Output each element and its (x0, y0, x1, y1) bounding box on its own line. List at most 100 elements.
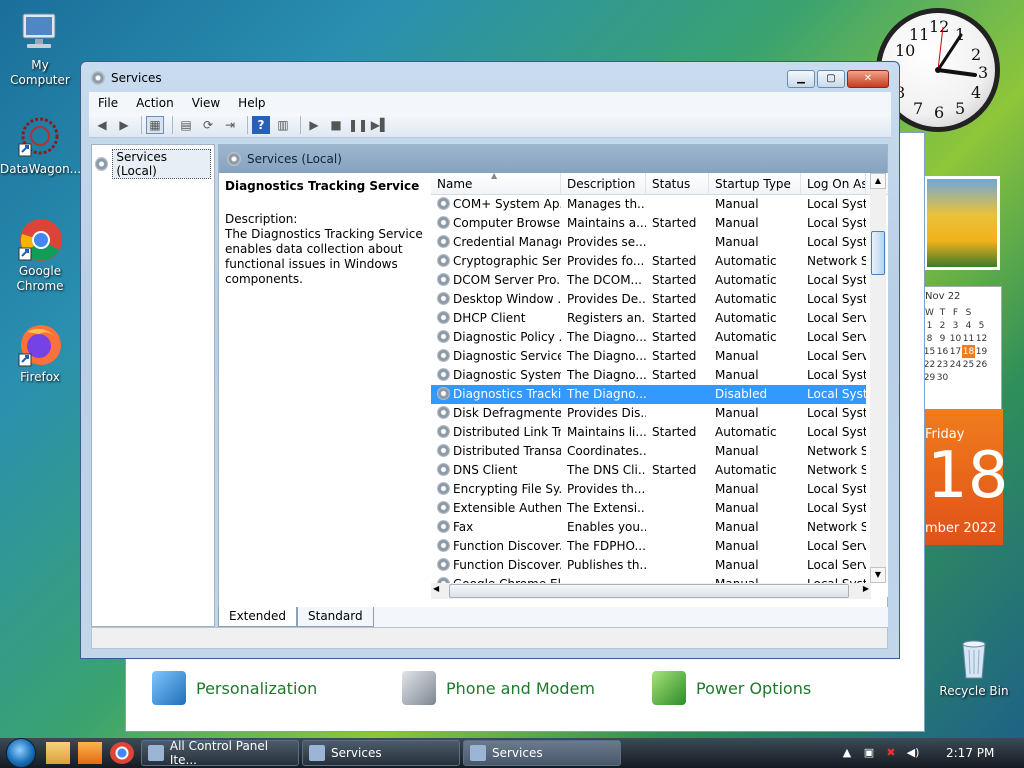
menu-view[interactable]: View (183, 96, 229, 110)
stop-service-icon[interactable]: ■ (327, 116, 345, 134)
column-header-status[interactable]: Status (646, 173, 709, 194)
column-header-description[interactable]: Description (561, 173, 646, 194)
tree-node-services-local[interactable]: Services (Local) (92, 145, 214, 183)
calendar-day[interactable]: 24 (949, 358, 962, 371)
cell-text: Distributed Transa... (453, 444, 561, 458)
column-header-startup-type[interactable]: Startup Type (709, 173, 801, 194)
menu-action[interactable]: Action (127, 96, 183, 110)
calendar-day[interactable]: 4 (962, 319, 975, 332)
show-action-pane-icon[interactable]: ▥ (274, 116, 292, 134)
calendar-day[interactable]: 19 (975, 345, 988, 358)
taskbar-item-control-panel[interactable]: All Control Panel Ite... (141, 739, 299, 767)
service-row[interactable]: Credential Manager Provides se... Manual Lo… (431, 233, 888, 252)
quicklaunch-explorer-icon[interactable] (46, 742, 70, 764)
calendar-day[interactable]: 17 (949, 345, 962, 358)
calendar-day[interactable]: 10 (949, 332, 962, 345)
service-row[interactable]: Diagnostic Policy ... The Diagno... Starte… (431, 328, 888, 347)
close-button[interactable]: ✕ (847, 70, 889, 88)
service-row[interactable]: Diagnostic Service... The Diagno... Starte… (431, 347, 888, 366)
help-icon[interactable]: ? (252, 116, 270, 134)
maximize-button[interactable]: ▢ (817, 70, 845, 88)
column-header-log-on-as[interactable]: Log On As (801, 173, 866, 194)
start-service-icon[interactable]: ▶ (305, 116, 323, 134)
network-icon[interactable]: ▣ (862, 746, 876, 760)
cell-text: Coordinates... (567, 444, 646, 458)
tab-extended[interactable]: Extended (218, 607, 297, 627)
menu-file[interactable]: File (89, 96, 127, 110)
quicklaunch-media-player-icon[interactable] (78, 742, 102, 764)
service-row-selected[interactable]: Diagnostics Tracki... The Diagno... Disabl… (431, 385, 888, 404)
back-icon[interactable]: ◀ (93, 116, 111, 134)
service-row[interactable]: Function Discover... Publishes th... Manua… (431, 556, 888, 575)
service-row[interactable]: Distributed Link Tr... Maintains li... Sta… (431, 423, 888, 442)
minimize-button[interactable]: ▁ (787, 70, 815, 88)
desktop-icon-recycle-bin[interactable]: Recycle Bin (934, 636, 1014, 699)
calendar-day[interactable]: 23 (936, 358, 949, 371)
pause-service-icon[interactable]: ❚❚ (348, 116, 368, 134)
cp-power-options[interactable]: Power Options (652, 671, 811, 705)
calendar-day[interactable]: 2 (936, 319, 949, 332)
service-row[interactable]: DHCP Client Registers an... Started Automat… (431, 309, 888, 328)
services-list[interactable]: Name Description Status Startup Type Log… (431, 173, 888, 597)
horizontal-scrollbar[interactable]: ◀ ▶ (431, 583, 871, 599)
calendar-day[interactable]: 9 (936, 332, 949, 345)
tray-clock[interactable]: 2:17 PM (946, 746, 994, 760)
tab-standard[interactable]: Standard (297, 607, 374, 627)
export-list-icon[interactable]: ⇥ (221, 116, 239, 134)
calendar-day[interactable]: 30 (936, 371, 949, 384)
service-row[interactable]: Distributed Transa... Coordinates... Manua… (431, 442, 888, 461)
start-button[interactable] (0, 738, 42, 768)
service-row[interactable]: Function Discover... The FDPHO... Manual Lo… (431, 537, 888, 556)
taskbar-item-services-active[interactable]: Services (463, 740, 621, 766)
hscroll-thumb[interactable] (449, 584, 849, 598)
calendar-day[interactable]: 5 (975, 319, 988, 332)
menu-help[interactable]: Help (229, 96, 274, 110)
desktop-icon-firefox[interactable]: Firefox (0, 322, 80, 385)
calendar-day[interactable]: 11 (962, 332, 975, 345)
slideshow-gadget[interactable] (924, 176, 1000, 270)
taskbar-item-services[interactable]: Services (302, 740, 460, 766)
scroll-down-button[interactable]: ▼ (870, 567, 886, 583)
calendar-day[interactable]: 26 (975, 358, 988, 371)
desktop-icon-datawagon[interactable]: DataWagon... (0, 114, 81, 177)
service-logon-cell: Local Servic (801, 537, 866, 556)
service-row[interactable]: Disk Defragmenter Provides Dis... Manual Lo… (431, 404, 888, 423)
calendar-day-today[interactable]: 18 (962, 345, 975, 358)
cp-phone-and-modem[interactable]: Phone and Modem (402, 671, 595, 705)
calendar-day[interactable]: 25 (962, 358, 975, 371)
refresh-icon[interactable]: ⟳ (199, 116, 217, 134)
scroll-left-button[interactable]: ◀ (433, 584, 439, 593)
scroll-up-button[interactable]: ▲ (870, 173, 886, 189)
calendar-day[interactable]: 3 (949, 319, 962, 332)
title-bar[interactable]: Services (81, 62, 899, 94)
calendar-day[interactable]: 16 (936, 345, 949, 358)
service-row[interactable]: Extensible Authen... The Extensi... Manual… (431, 499, 888, 518)
forward-icon[interactable]: ▶ (115, 116, 133, 134)
desktop-icon-my-computer[interactable]: My Computer (0, 10, 80, 88)
calendar-day[interactable]: 12 (975, 332, 988, 345)
calendar-gadget[interactable]: Nov 22 W T F S 1 2 3 4 5 8 9 10 11 12 15… (920, 286, 1008, 545)
service-row[interactable]: Diagnostic System... The Diagno... Started… (431, 366, 888, 385)
cell-text: Started (652, 349, 697, 363)
restart-service-icon[interactable]: ▶▌ (371, 116, 389, 134)
service-row[interactable]: Computer Browser Maintains a... Started Man… (431, 214, 888, 233)
show-hide-console-tree-icon[interactable]: ▦ (146, 116, 164, 134)
service-row[interactable]: COM+ System Ap... Manages th... Manual Loca… (431, 195, 888, 214)
cp-personalization[interactable]: Personalization (152, 671, 317, 705)
scroll-right-button[interactable]: ▶ (863, 584, 869, 593)
service-row[interactable]: Desktop Window ... Provides De... Started A… (431, 290, 888, 309)
quicklaunch-chrome-icon[interactable] (110, 742, 134, 764)
volume-icon[interactable]: ◀) (906, 746, 920, 760)
service-row[interactable]: DNS Client The DNS Cli... Started Automatic… (431, 461, 888, 480)
action-center-warning-icon[interactable]: ✖ (884, 746, 898, 760)
service-row[interactable]: Encrypting File Sy... Provides th... Manua… (431, 480, 888, 499)
service-row[interactable]: DCOM Server Pro... The DCOM... Started Auto… (431, 271, 888, 290)
properties-icon[interactable]: ▤ (177, 116, 195, 134)
show-hidden-icons-chevron-icon[interactable]: ▲ (840, 746, 854, 760)
desktop-icon-google-chrome[interactable]: Google Chrome (0, 216, 80, 294)
scroll-thumb[interactable] (871, 231, 885, 275)
services-window[interactable]: Services ▁ ▢ ✕ File Action View Help ◀ ▶… (80, 61, 900, 659)
service-row[interactable]: Cryptographic Ser... Provides fo... Starte… (431, 252, 888, 271)
service-row[interactable]: Fax Enables you... Manual Network S... (431, 518, 888, 537)
vertical-scrollbar[interactable]: ▲ ▼ (870, 173, 886, 583)
